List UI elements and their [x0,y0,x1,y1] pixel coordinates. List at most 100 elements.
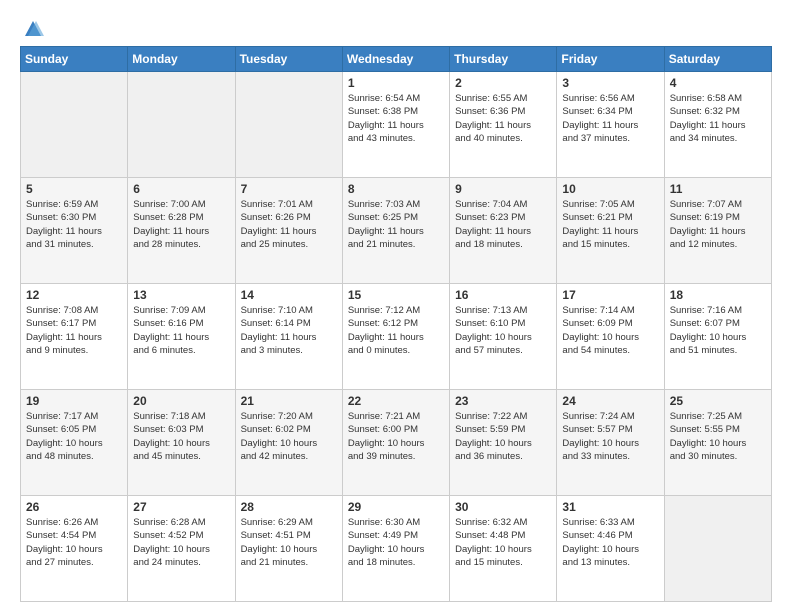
day-number: 24 [562,394,658,408]
calendar-cell: 31 Sunrise: 6:33 AM Sunset: 4:46 PM Dayli… [557,496,664,602]
day-info: Sunrise: 6:55 AM Sunset: 6:36 PM Dayligh… [455,92,551,145]
day-number: 13 [133,288,229,302]
day-number: 8 [348,182,444,196]
day-info: Sunrise: 7:13 AM Sunset: 6:10 PM Dayligh… [455,304,551,357]
day-info: Sunrise: 7:12 AM Sunset: 6:12 PM Dayligh… [348,304,444,357]
calendar-cell: 6 Sunrise: 7:00 AM Sunset: 6:28 PM Daylig… [128,178,235,284]
calendar-cell: 28 Sunrise: 6:29 AM Sunset: 4:51 PM Dayli… [235,496,342,602]
day-number: 16 [455,288,551,302]
day-number: 4 [670,76,766,90]
day-info: Sunrise: 7:20 AM Sunset: 6:02 PM Dayligh… [241,410,337,463]
day-info: Sunrise: 6:58 AM Sunset: 6:32 PM Dayligh… [670,92,766,145]
calendar-cell: 25 Sunrise: 7:25 AM Sunset: 5:55 PM Dayli… [664,390,771,496]
calendar-cell: 15 Sunrise: 7:12 AM Sunset: 6:12 PM Dayli… [342,284,449,390]
calendar-header-row: SundayMondayTuesdayWednesdayThursdayFrid… [21,47,772,72]
calendar-cell: 19Sunrise: 7:17 AM Sunset: 6:05 PM Dayli… [21,390,128,496]
calendar-cell: 27Sunrise: 6:28 AM Sunset: 4:52 PM Dayli… [128,496,235,602]
day-info: Sunrise: 7:25 AM Sunset: 5:55 PM Dayligh… [670,410,766,463]
calendar-header-monday: Monday [128,47,235,72]
day-number: 15 [348,288,444,302]
day-info: Sunrise: 6:30 AM Sunset: 4:49 PM Dayligh… [348,516,444,569]
day-number: 12 [26,288,122,302]
calendar-cell: 10 Sunrise: 7:05 AM Sunset: 6:21 PM Dayli… [557,178,664,284]
calendar-week-row: 5Sunrise: 6:59 AM Sunset: 6:30 PM Daylig… [21,178,772,284]
calendar-cell: 12 Sunrise: 7:08 AM Sunset: 6:17 PM Dayli… [21,284,128,390]
calendar-cell [21,72,128,178]
calendar-cell: 16 Sunrise: 7:13 AM Sunset: 6:10 PM Dayli… [450,284,557,390]
calendar-header-sunday: Sunday [21,47,128,72]
day-info: Sunrise: 7:21 AM Sunset: 6:00 PM Dayligh… [348,410,444,463]
day-number: 30 [455,500,551,514]
day-number: 31 [562,500,658,514]
day-info: Sunrise: 6:59 AM Sunset: 6:30 PM Dayligh… [26,198,122,251]
calendar-cell: 9 Sunrise: 7:04 AM Sunset: 6:23 PM Daylig… [450,178,557,284]
day-number: 26 [26,500,122,514]
day-info: Sunrise: 7:04 AM Sunset: 6:23 PM Dayligh… [455,198,551,251]
logo [20,18,44,36]
calendar-cell: 4 Sunrise: 6:58 AM Sunset: 6:32 PM Daylig… [664,72,771,178]
calendar-cell [664,496,771,602]
logo-icon [22,18,44,40]
day-info: Sunrise: 7:05 AM Sunset: 6:21 PM Dayligh… [562,198,658,251]
calendar-cell: 11 Sunrise: 7:07 AM Sunset: 6:19 PM Dayli… [664,178,771,284]
day-info: Sunrise: 7:01 AM Sunset: 6:26 PM Dayligh… [241,198,337,251]
calendar-cell: 5Sunrise: 6:59 AM Sunset: 6:30 PM Daylig… [21,178,128,284]
day-number: 28 [241,500,337,514]
day-info: Sunrise: 7:16 AM Sunset: 6:07 PM Dayligh… [670,304,766,357]
day-number: 7 [241,182,337,196]
header [20,18,772,36]
calendar-week-row: 1 Sunrise: 6:54 AM Sunset: 6:38 PM Daylig… [21,72,772,178]
calendar-header-wednesday: Wednesday [342,47,449,72]
day-info: Sunrise: 6:33 AM Sunset: 4:46 PM Dayligh… [562,516,658,569]
calendar-week-row: 19Sunrise: 7:17 AM Sunset: 6:05 PM Dayli… [21,390,772,496]
day-number: 11 [670,182,766,196]
calendar-week-row: 26 Sunrise: 6:26 AM Sunset: 4:54 PM Dayli… [21,496,772,602]
day-number: 3 [562,76,658,90]
calendar-cell: 13 Sunrise: 7:09 AM Sunset: 6:16 PM Dayli… [128,284,235,390]
calendar-table: SundayMondayTuesdayWednesdayThursdayFrid… [20,46,772,602]
day-info: Sunrise: 6:29 AM Sunset: 4:51 PM Dayligh… [241,516,337,569]
calendar-cell: 29 Sunrise: 6:30 AM Sunset: 4:49 PM Dayli… [342,496,449,602]
calendar-cell: 7 Sunrise: 7:01 AM Sunset: 6:26 PM Daylig… [235,178,342,284]
calendar-cell: 2Sunrise: 6:55 AM Sunset: 6:36 PM Daylig… [450,72,557,178]
calendar-cell: 8 Sunrise: 7:03 AM Sunset: 6:25 PM Daylig… [342,178,449,284]
calendar-cell: 23Sunrise: 7:22 AM Sunset: 5:59 PM Dayli… [450,390,557,496]
calendar-cell: 3Sunrise: 6:56 AM Sunset: 6:34 PM Daylig… [557,72,664,178]
day-number: 1 [348,76,444,90]
day-info: Sunrise: 7:07 AM Sunset: 6:19 PM Dayligh… [670,198,766,251]
day-info: Sunrise: 7:09 AM Sunset: 6:16 PM Dayligh… [133,304,229,357]
calendar-header-thursday: Thursday [450,47,557,72]
day-number: 10 [562,182,658,196]
day-number: 20 [133,394,229,408]
day-info: Sunrise: 6:54 AM Sunset: 6:38 PM Dayligh… [348,92,444,145]
calendar-cell: 22 Sunrise: 7:21 AM Sunset: 6:00 PM Dayli… [342,390,449,496]
day-number: 23 [455,394,551,408]
day-number: 18 [670,288,766,302]
day-number: 27 [133,500,229,514]
day-info: Sunrise: 7:08 AM Sunset: 6:17 PM Dayligh… [26,304,122,357]
calendar-cell: 26 Sunrise: 6:26 AM Sunset: 4:54 PM Dayli… [21,496,128,602]
calendar-cell: 21 Sunrise: 7:20 AM Sunset: 6:02 PM Dayli… [235,390,342,496]
day-info: Sunrise: 7:18 AM Sunset: 6:03 PM Dayligh… [133,410,229,463]
day-number: 25 [670,394,766,408]
day-number: 17 [562,288,658,302]
day-info: Sunrise: 7:14 AM Sunset: 6:09 PM Dayligh… [562,304,658,357]
calendar-cell: 20 Sunrise: 7:18 AM Sunset: 6:03 PM Dayli… [128,390,235,496]
calendar-cell: 17 Sunrise: 7:14 AM Sunset: 6:09 PM Dayli… [557,284,664,390]
day-number: 9 [455,182,551,196]
day-info: Sunrise: 7:10 AM Sunset: 6:14 PM Dayligh… [241,304,337,357]
calendar-cell: 24Sunrise: 7:24 AM Sunset: 5:57 PM Dayli… [557,390,664,496]
day-number: 21 [241,394,337,408]
calendar-week-row: 12 Sunrise: 7:08 AM Sunset: 6:17 PM Dayli… [21,284,772,390]
calendar-cell: 14 Sunrise: 7:10 AM Sunset: 6:14 PM Dayli… [235,284,342,390]
calendar-header-friday: Friday [557,47,664,72]
calendar-header-tuesday: Tuesday [235,47,342,72]
calendar-cell [128,72,235,178]
day-info: Sunrise: 6:26 AM Sunset: 4:54 PM Dayligh… [26,516,122,569]
day-number: 29 [348,500,444,514]
day-number: 14 [241,288,337,302]
day-number: 22 [348,394,444,408]
day-number: 6 [133,182,229,196]
day-info: Sunrise: 7:00 AM Sunset: 6:28 PM Dayligh… [133,198,229,251]
day-info: Sunrise: 7:03 AM Sunset: 6:25 PM Dayligh… [348,198,444,251]
